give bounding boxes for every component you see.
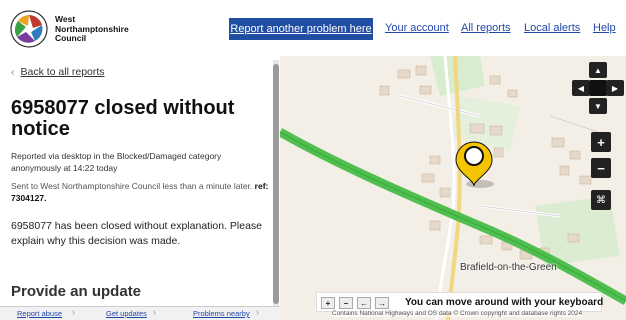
site-header: West Northamptonshire Council Report ano… [0, 0, 626, 56]
key-plus-icon[interactable]: + [321, 297, 335, 309]
report-another-problem-button[interactable]: Report another problem here [229, 18, 373, 40]
chevron-right-icon: › [72, 307, 75, 317]
pan-control: ▲ ◀ ▶ ▼ [572, 62, 624, 118]
map-place-label: Brafield-on-the-Green [460, 262, 557, 273]
keyboard-hint-bar: + − ← → You can move around with your ke… [316, 292, 604, 312]
key-minus-icon[interactable]: − [339, 297, 353, 309]
provide-update-heading: Provide an update [11, 283, 142, 300]
get-updates-link[interactable]: Get updates [106, 309, 147, 318]
nav-all-reports[interactable]: All reports [461, 22, 511, 34]
map[interactable]: Brafield-on-the-Green ▲ ◀ ▶ ▼ + − ⌘ + − … [280, 56, 626, 320]
sent-text: Sent to West Northamptonshire Council le… [11, 181, 253, 191]
council-name: West Northamptonshire Council [55, 14, 129, 44]
report-meta: Reported via desktop in the Blocked/Dama… [11, 151, 222, 173]
report-title: 6958077 closed without notice [11, 97, 235, 140]
logo-line-3: Council [55, 33, 87, 43]
nav-help[interactable]: Help [593, 22, 616, 34]
nav-your-account[interactable]: Your account [385, 22, 449, 34]
chevron-right-icon: › [256, 307, 259, 317]
pan-up-icon[interactable]: ▲ [589, 62, 607, 78]
pan-left-icon[interactable]: ◀ [572, 80, 590, 96]
keyboard-hint-text: You can move around with your keyboard [405, 297, 604, 308]
report-description: 6958077 has been closed without explanat… [11, 220, 263, 247]
council-logo-icon[interactable] [9, 9, 49, 49]
back-to-all-reports-link[interactable]: ‹ Back to all reports [11, 66, 105, 78]
pan-right-icon[interactable]: ▶ [606, 80, 624, 96]
nav-local-alerts[interactable]: Local alerts [524, 22, 580, 34]
key-right-icon[interactable]: → [375, 297, 389, 309]
keyboard-icon[interactable]: ⌘ [591, 190, 611, 210]
pan-down-icon[interactable]: ▼ [589, 98, 607, 114]
pan-center-icon [589, 80, 607, 96]
chevron-right-icon: › [153, 307, 156, 317]
problems-nearby-link[interactable]: Problems nearby [193, 309, 250, 318]
key-left-icon[interactable]: ← [357, 297, 371, 309]
zoom-out-icon[interactable]: − [591, 158, 611, 178]
zoom-in-icon[interactable]: + [591, 132, 611, 152]
sidebar-scrollbar-thumb[interactable] [273, 64, 279, 304]
map-attribution: Contains National Highways and OS data ©… [332, 310, 583, 317]
chevron-left-icon: ‹ [11, 66, 15, 78]
back-link-label: Back to all reports [20, 66, 105, 78]
report-sent-info: Sent to West Northamptonshire Council le… [11, 180, 271, 204]
report-abuse-link[interactable]: Report abuse [17, 309, 62, 318]
